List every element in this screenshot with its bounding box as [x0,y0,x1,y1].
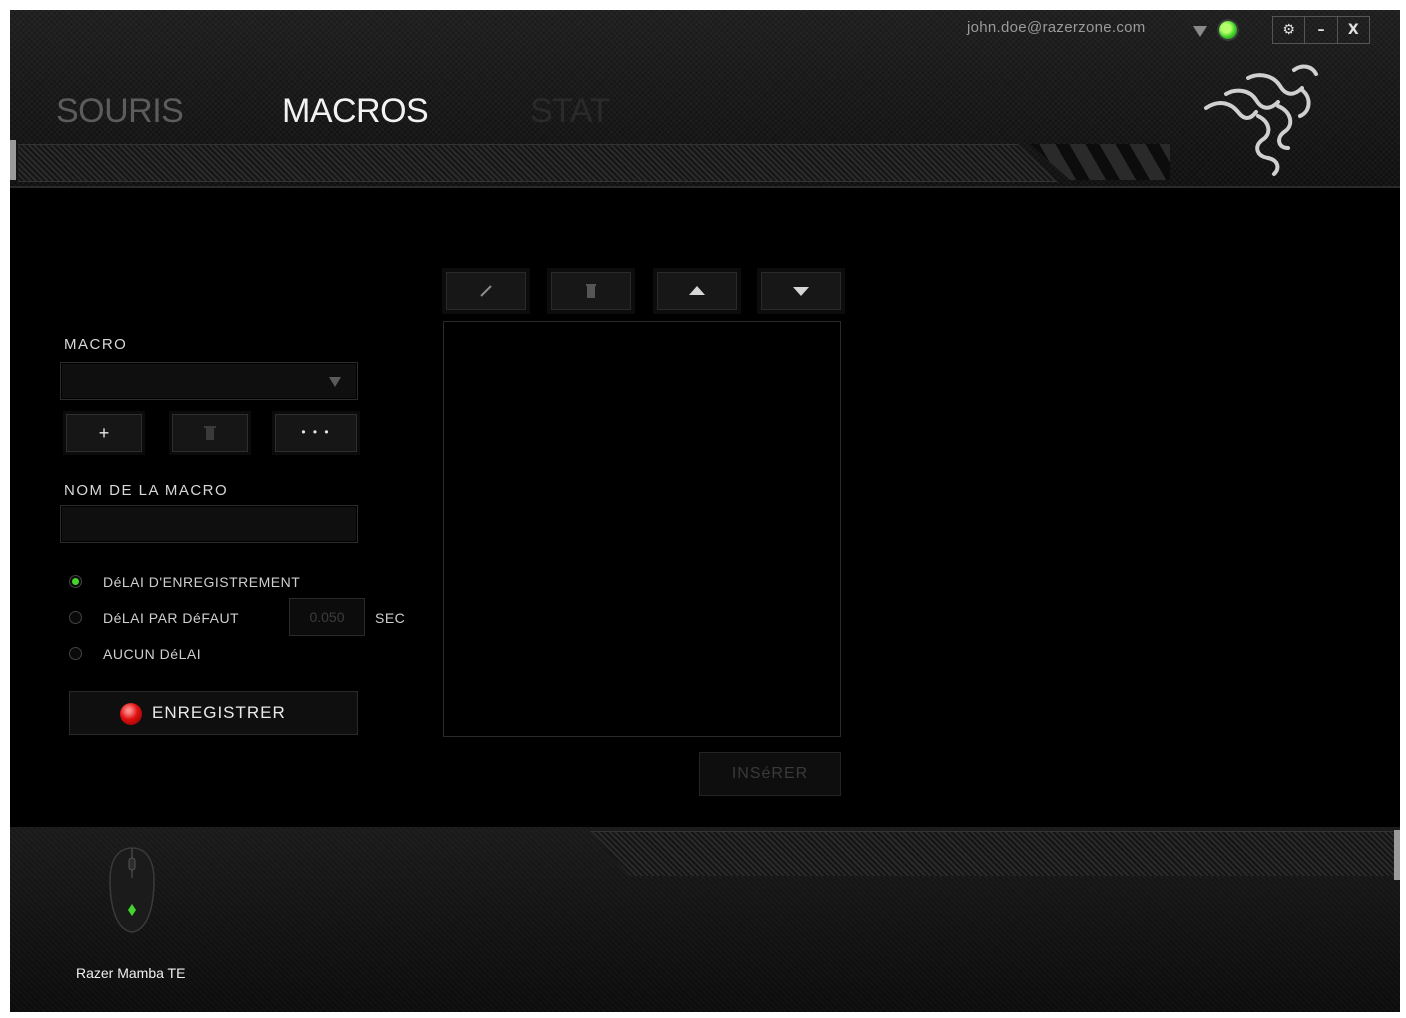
recording-delay-radio[interactable] [69,575,82,588]
macro-select[interactable] [60,362,358,400]
header-band [18,144,1058,182]
delay-unit-label: SEC [375,610,406,626]
record-button[interactable]: ENREGISTRER [69,691,358,735]
move-up-button[interactable] [653,268,741,314]
settings-button[interactable]: ⚙ [1273,17,1306,43]
no-delay-radio[interactable] [69,647,82,660]
no-delay-label: AUCUN DéLAI [103,646,202,662]
minimize-button[interactable]: – [1305,17,1338,43]
device-name[interactable]: Razer Mamba TE [76,965,185,981]
window-controls: ⚙ – X [1272,16,1370,44]
delete-step-button[interactable] [547,268,635,314]
record-icon [120,703,142,725]
move-down-button[interactable] [757,268,845,314]
add-macro-button[interactable]: + [63,411,145,455]
pencil-icon [480,285,492,297]
default-delay-input[interactable]: 0.050 [289,598,365,636]
account-dropdown-icon[interactable] [1193,26,1207,37]
footer-band [590,831,1400,876]
trash-icon [204,426,216,440]
macro-name-label: NOM DE LA MACRO [64,482,229,499]
tab-souris[interactable]: SOURIS [56,92,184,131]
macro-label: MACRO [64,336,128,353]
default-delay-radio[interactable] [69,611,82,624]
chevron-down-icon [329,377,341,387]
move-up-icon [689,286,705,295]
move-down-icon [793,287,809,296]
window-edge-right [1394,830,1400,880]
default-delay-label: DéLAI PAR DéFAUT [103,610,240,626]
edit-button[interactable] [442,268,530,314]
online-status-icon [1219,21,1237,39]
mouse-device-icon[interactable] [106,846,158,934]
window-edge-left [10,140,16,180]
more-options-button[interactable]: • • • [272,411,360,455]
header-divider [10,186,1400,188]
tab-macros[interactable]: MACROS [282,92,429,131]
razer-synapse-window: SOURIS MACROS STAT john.doe@razerzone.co… [10,10,1400,1012]
insert-button[interactable]: INSéRER [699,752,841,796]
delete-macro-button[interactable] [169,411,251,455]
account-email[interactable]: john.doe@razerzone.com [967,19,1146,36]
close-button[interactable]: X [1338,17,1369,43]
recording-delay-label: DéLAI D'ENREGISTREMENT [103,574,301,590]
macro-name-field[interactable] [60,505,358,543]
record-label: ENREGISTRER [152,703,286,722]
razer-logo-icon [1204,64,1318,176]
tab-stat[interactable]: STAT [530,92,610,131]
trash-icon [586,284,596,298]
macro-event-list[interactable] [443,321,841,737]
